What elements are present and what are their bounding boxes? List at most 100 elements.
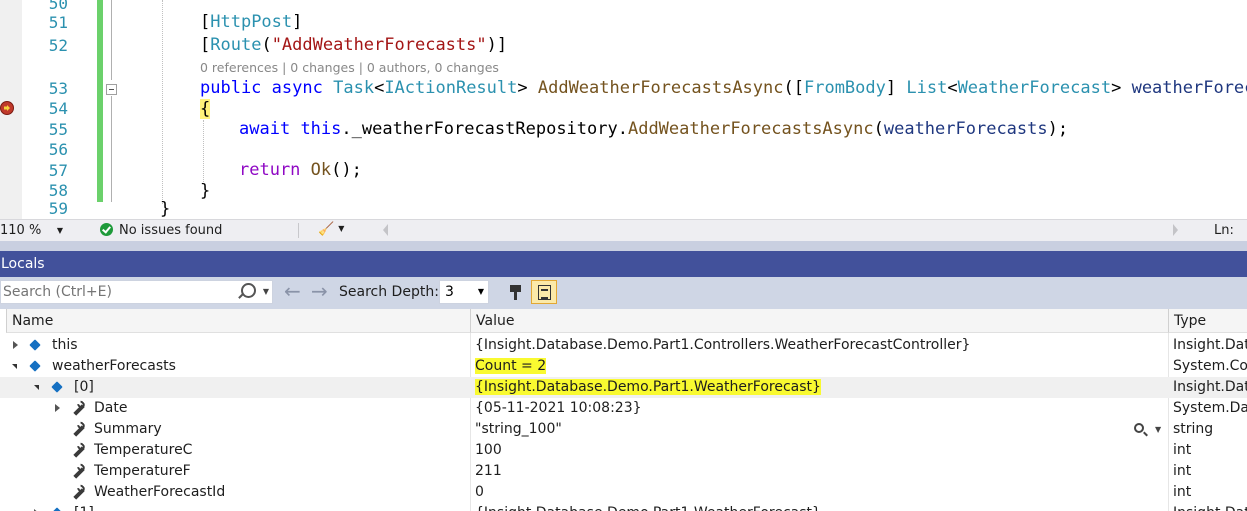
- property-wrench-icon: [71, 464, 86, 479]
- arrow-left-icon[interactable]: ←: [284, 281, 301, 301]
- variable-value[interactable]: 211: [475, 461, 1165, 482]
- code-line-58[interactable]: }: [200, 181, 210, 201]
- variable-type: Insight.Data: [1173, 337, 1247, 353]
- property-wrench-icon: [71, 443, 86, 458]
- indent-guide: [162, 0, 163, 204]
- chevron-down-icon: ▼: [338, 224, 345, 233]
- code-line-59[interactable]: }: [160, 199, 170, 219]
- expand-arrow-icon[interactable]: [55, 404, 60, 412]
- variable-value[interactable]: 100: [475, 440, 1165, 461]
- search-depth-value: 3: [445, 284, 454, 300]
- code-line-57[interactable]: return Ok();: [239, 160, 362, 180]
- code-cleanup-button[interactable]: 🧹 ▼: [318, 222, 344, 237]
- scroll-right-arrow-icon[interactable]: [1173, 224, 1178, 236]
- table-row[interactable]: TemperatureC 100 int: [0, 440, 1247, 461]
- code-line-52[interactable]: [Route("AddWeatherForecasts")]: [200, 35, 507, 55]
- variable-value: {Insight.Database.Demo.Part1.WeatherFore…: [475, 379, 821, 395]
- line-number: 56: [48, 140, 68, 159]
- code-editor[interactable]: 50 51 52 53 54 55 56 57 58 59 [HttpPost]…: [0, 0, 1247, 219]
- route-string: "AddWeatherForecasts": [271, 35, 487, 55]
- line-number: 59: [48, 199, 68, 218]
- fold-region-line: [111, 0, 112, 80]
- variable-value[interactable]: {Insight.Database.Demo.Part1.WeatherFore…: [475, 503, 1165, 511]
- method-name: AddWeatherForecastsAsync: [537, 78, 784, 98]
- panel-splitter[interactable]: [0, 241, 1247, 251]
- property-wrench-icon: [71, 422, 86, 437]
- attribute-frombody: FromBody: [803, 78, 886, 98]
- pin-icon[interactable]: [503, 280, 529, 304]
- search-icon[interactable]: [241, 283, 256, 298]
- code-line-54[interactable]: {: [200, 99, 211, 119]
- search-depth-select[interactable]: 3 ▼: [439, 280, 489, 304]
- text-visualizer-search-icon[interactable]: [1134, 423, 1144, 433]
- variable-value-cell[interactable]: Count = 2: [475, 356, 547, 377]
- line-number: 55: [48, 120, 68, 139]
- collapse-arrow-icon[interactable]: [12, 364, 17, 369]
- variable-name: Date: [94, 400, 128, 416]
- breakpoint-current-statement-icon[interactable]: [0, 101, 14, 115]
- search-box[interactable]: ▼: [0, 280, 273, 304]
- zoom-level-dropdown[interactable]: 110 % ▼: [0, 222, 66, 239]
- codelens-info[interactable]: 0 references | 0 changes | 0 authors, 0 …: [200, 60, 499, 75]
- variable-name: [0]: [74, 379, 94, 395]
- variable-type: Insight.Data: [1173, 503, 1247, 511]
- variable-value[interactable]: "string_100": [475, 419, 1115, 440]
- table-row[interactable]: weatherForecasts Count = 2 System.Coll: [0, 356, 1247, 377]
- locals-window-title-bar[interactable]: Locals: [0, 251, 1247, 277]
- fold-region-line: [111, 96, 112, 202]
- hexadecimal-display-icon[interactable]: [531, 280, 557, 304]
- variable-name: TemperatureF: [94, 463, 191, 479]
- method-name: AddWeatherForecastsAsync: [627, 119, 874, 139]
- variable-type: int: [1173, 484, 1192, 500]
- variable-value[interactable]: {Insight.Database.Demo.Part1.Controllers…: [475, 335, 1165, 356]
- search-depth-label: Search Depth:: [339, 284, 439, 300]
- variable-value: Count = 2: [475, 358, 547, 374]
- line-number: 58: [48, 181, 68, 200]
- variable-value[interactable]: 0: [475, 482, 1165, 503]
- code-line-55[interactable]: await this._weatherForecastRepository.Ad…: [239, 119, 1068, 139]
- table-row[interactable]: Summary "string_100" ▼ string: [0, 419, 1247, 440]
- issues-text: No issues found: [119, 223, 223, 238]
- indent-guide: [203, 120, 204, 182]
- object-icon: [29, 339, 41, 351]
- line-number: 57: [48, 161, 68, 180]
- code-line-51[interactable]: [HttpPost]: [200, 12, 302, 32]
- variable-value-cell[interactable]: {Insight.Database.Demo.Part1.WeatherFore…: [475, 377, 821, 398]
- table-row[interactable]: [1] {Insight.Database.Demo.Part1.Weather…: [0, 503, 1247, 511]
- collapse-arrow-icon[interactable]: [34, 385, 39, 390]
- search-input[interactable]: [1, 281, 235, 303]
- table-row[interactable]: TemperatureF 211 int: [0, 461, 1247, 482]
- table-row[interactable]: WeatherForecastId 0 int: [0, 482, 1247, 503]
- variable-name: weatherForecasts: [52, 358, 176, 374]
- scroll-left-arrow-icon[interactable]: [383, 224, 388, 236]
- variable-value[interactable]: {05-11-2021 10:08:23}: [475, 398, 1165, 419]
- keyword: async: [271, 78, 323, 98]
- keyword: this: [300, 119, 342, 139]
- attribute-httppost: HttpPost: [210, 12, 293, 32]
- check-circle-icon: [100, 223, 113, 236]
- line-number: 52: [48, 36, 68, 55]
- column-header-name[interactable]: Name: [6, 309, 470, 333]
- window-title: Locals: [1, 256, 45, 272]
- property-wrench-icon: [71, 401, 86, 416]
- method-name: Ok: [310, 160, 332, 180]
- arrow-right-icon[interactable]: →: [311, 281, 328, 301]
- collapse-region-icon[interactable]: [106, 84, 117, 95]
- table-row[interactable]: Date {05-11-2021 10:08:23} System.Dat: [0, 398, 1247, 419]
- variable-type: int: [1173, 463, 1192, 479]
- table-row[interactable]: this {Insight.Database.Demo.Part1.Contro…: [0, 335, 1247, 356]
- column-header-type[interactable]: Type: [1168, 309, 1247, 333]
- table-row-selected[interactable]: [0] {Insight.Database.Demo.Part1.Weather…: [0, 377, 1247, 398]
- type-name: List: [906, 78, 948, 98]
- column-header-value[interactable]: Value: [470, 309, 1168, 333]
- divider: [298, 223, 299, 238]
- locals-grid: Name Value Type this {Insight.Database.D…: [0, 309, 1247, 511]
- issues-indicator[interactable]: No issues found: [100, 222, 222, 239]
- expand-arrow-icon[interactable]: [13, 341, 18, 349]
- chevron-down-icon: ▼: [477, 287, 484, 296]
- attribute-route: Route: [210, 35, 262, 55]
- chevron-down-icon[interactable]: ▼: [263, 287, 269, 296]
- chevron-down-icon[interactable]: ▼: [1155, 419, 1161, 440]
- code-line-53[interactable]: public async Task<IActionResult> AddWeat…: [200, 78, 1247, 98]
- variable-type: System.Coll: [1173, 358, 1247, 374]
